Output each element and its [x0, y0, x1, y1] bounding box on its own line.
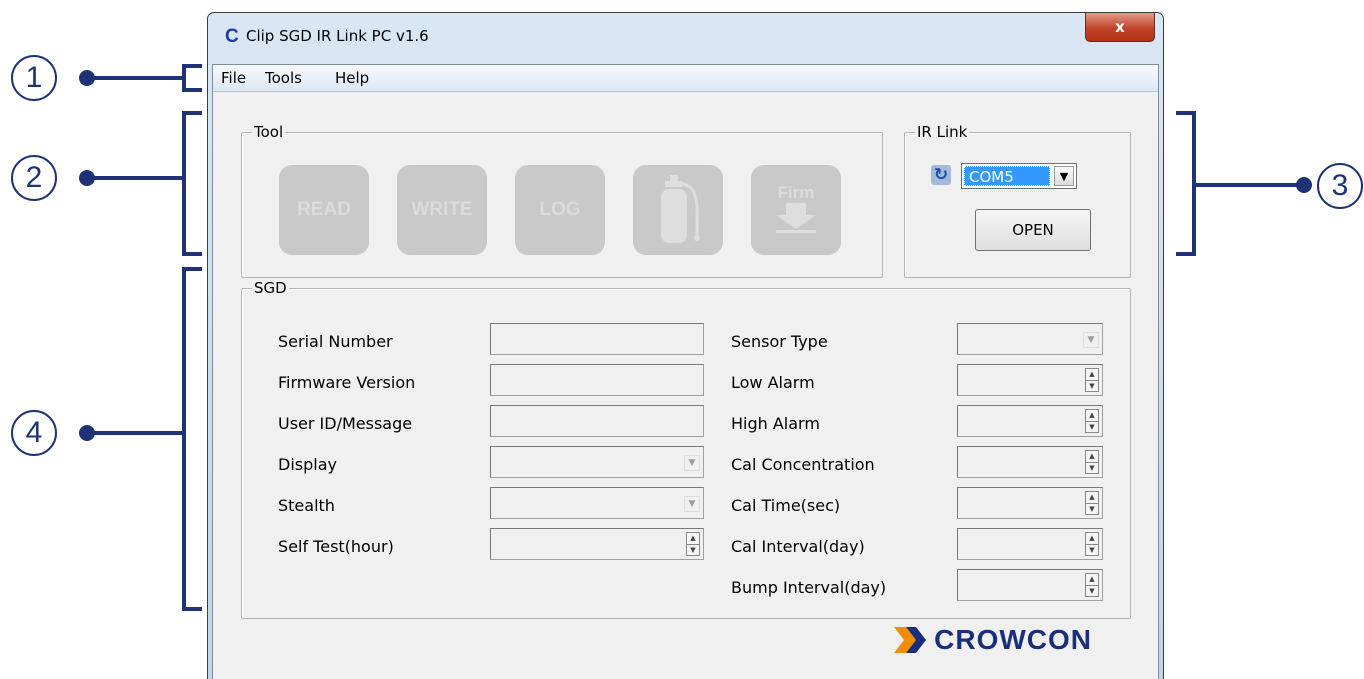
spinner-arrows-icon[interactable]: ▲ ▼: [1085, 409, 1099, 433]
callout-4-bracket: [182, 267, 202, 611]
callout-2: 2: [11, 155, 57, 201]
chevron-down-icon: ▼: [1083, 332, 1099, 348]
chevron-down-icon: ▼: [684, 455, 700, 471]
open-button-label: OPEN: [1012, 221, 1054, 239]
crowcon-logo: CROWCON: [894, 624, 1092, 655]
menu-tools[interactable]: Tools: [265, 69, 302, 87]
ir-link-title: IR Link: [915, 123, 970, 141]
crowcon-logo-icon: [894, 627, 927, 653]
cal-interval-spinner[interactable]: ▲ ▼: [957, 528, 1103, 560]
user-id-field[interactable]: [490, 405, 704, 437]
open-button[interactable]: OPEN: [975, 209, 1091, 251]
write-icon: WRITE: [411, 199, 473, 220]
self-test-label: Self Test(hour): [278, 537, 394, 556]
app-window: C Clip SGD IR Link PC v1.6 x File Tools …: [207, 12, 1164, 679]
callout-3-dot: [1296, 177, 1312, 193]
menu-help[interactable]: Help: [335, 69, 369, 87]
callout-1: 1: [11, 55, 57, 101]
sensor-type-dropdown[interactable]: ▼: [957, 323, 1103, 355]
window-title: Clip SGD IR Link PC v1.6: [246, 27, 429, 45]
low-alarm-spinner[interactable]: ▲ ▼: [957, 364, 1103, 396]
stealth-dropdown[interactable]: ▼: [490, 487, 704, 519]
callout-2-bracket: [182, 111, 202, 256]
sgd-group-title: SGD: [252, 279, 289, 297]
stealth-label: Stealth: [278, 496, 335, 515]
callout-4-line: [90, 431, 186, 435]
cal-time-label: Cal Time(sec): [731, 496, 841, 515]
com-port-value: COM5: [964, 166, 1050, 186]
spinner-arrows-icon[interactable]: ▲ ▼: [1085, 573, 1099, 597]
high-alarm-spinner[interactable]: ▲ ▼: [957, 405, 1103, 437]
close-icon: x: [1115, 18, 1125, 36]
gas-cylinder-icon: [661, 175, 700, 243]
firmware-label: Firm: [777, 183, 815, 202]
close-button[interactable]: x: [1085, 13, 1155, 42]
spinner-arrows-icon[interactable]: ▲ ▼: [1085, 532, 1099, 556]
cal-concentration-spinner[interactable]: ▲ ▼: [957, 446, 1103, 478]
callout-1-bracket: [182, 64, 202, 92]
spinner-arrows-icon[interactable]: ▲ ▼: [1085, 450, 1099, 474]
com-port-select[interactable]: COM5 ▼: [961, 163, 1077, 189]
tool-group-title: Tool: [252, 123, 286, 141]
log-button[interactable]: LOG: [515, 165, 605, 255]
self-test-spinner[interactable]: ▲ ▼: [490, 528, 704, 560]
low-alarm-label: Low Alarm: [731, 373, 815, 392]
write-button[interactable]: WRITE: [397, 165, 487, 255]
chevron-down-icon[interactable]: ▼: [1054, 166, 1074, 186]
gas-bottle-button[interactable]: [633, 165, 723, 255]
firmware-version-field[interactable]: [490, 364, 704, 396]
firmware-download-icon: [776, 203, 816, 233]
display-label: Display: [278, 455, 337, 474]
callout-4: 4: [11, 410, 57, 456]
firmware-version-label: Firmware Version: [278, 373, 416, 392]
firmware-button[interactable]: Firm: [751, 165, 841, 255]
bump-interval-label: Bump Interval(day): [731, 578, 887, 597]
callout-1-line: [90, 76, 186, 80]
callout-2-line: [90, 176, 186, 180]
read-icon: READ: [297, 199, 351, 220]
sgd-group: SGD Serial Number Firmware Version User …: [241, 279, 1131, 619]
cal-time-spinner[interactable]: ▲ ▼: [957, 487, 1103, 519]
title-bar[interactable]: C Clip SGD IR Link PC v1.6 x: [208, 13, 1163, 59]
serial-number-field[interactable]: [490, 323, 704, 355]
ir-link-group: IR Link ↻ COM5 ▼ OPEN: [904, 123, 1131, 278]
display-dropdown[interactable]: ▼: [490, 446, 704, 478]
crowcon-logo-text: CROWCON: [934, 624, 1092, 655]
spinner-arrows-icon[interactable]: ▲ ▼: [1085, 491, 1099, 515]
menu-file[interactable]: File: [221, 69, 246, 87]
tool-group: Tool READ WRITE LOG Firm: [241, 123, 883, 278]
spinner-arrows-icon[interactable]: ▲ ▼: [1085, 368, 1099, 392]
cal-concentration-label: Cal Concentration: [731, 455, 875, 474]
sensor-type-label: Sensor Type: [731, 332, 828, 351]
callout-3-line: [1192, 183, 1302, 187]
serial-number-label: Serial Number: [278, 332, 393, 351]
cal-interval-label: Cal Interval(day): [731, 537, 865, 556]
app-icon: C: [225, 26, 239, 47]
refresh-icon[interactable]: ↻: [931, 165, 951, 185]
spinner-arrows-icon[interactable]: ▲ ▼: [686, 532, 700, 556]
client-area: File Tools Help Tool READ WRITE LOG Firm…: [212, 64, 1159, 679]
callout-3: 3: [1317, 163, 1363, 209]
bump-interval-spinner[interactable]: ▲ ▼: [957, 569, 1103, 601]
log-icon: LOG: [539, 199, 581, 220]
chevron-down-icon: ▼: [684, 496, 700, 512]
menu-bar: File Tools Help: [213, 65, 1158, 92]
user-id-label: User ID/Message: [278, 414, 413, 433]
high-alarm-label: High Alarm: [731, 414, 820, 433]
read-button[interactable]: READ: [279, 165, 369, 255]
